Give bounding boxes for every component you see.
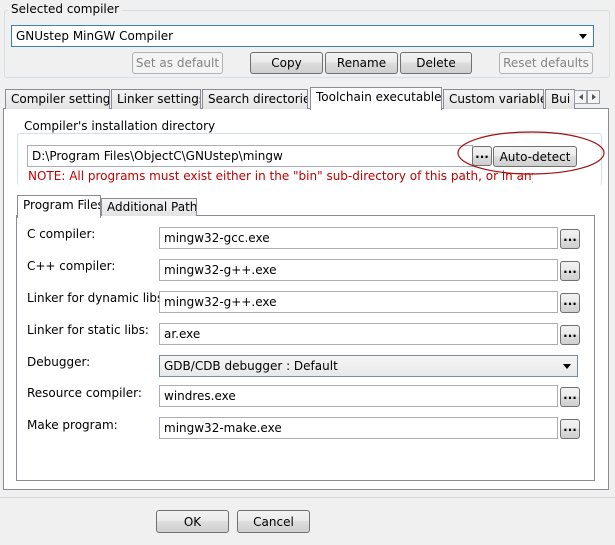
install-dir-input[interactable]: D:\Program Files\ObjectC\GNUstep\mingw bbox=[27, 145, 473, 167]
cpp-compiler-label: C++ compiler: bbox=[27, 259, 116, 273]
chevron-down-icon bbox=[557, 356, 577, 376]
debugger-select[interactable]: GDB/CDB debugger : Default bbox=[159, 355, 578, 377]
resource-compiler-label: Resource compiler: bbox=[27, 386, 142, 400]
rename-button[interactable]: Rename bbox=[325, 52, 398, 74]
linker-dynamic-label: Linker for dynamic libs: bbox=[27, 291, 168, 305]
debugger-select-value: GDB/CDB debugger : Default bbox=[164, 359, 338, 373]
linker-dynamic-browse-button[interactable]: ... bbox=[560, 293, 580, 313]
delete-button[interactable]: Delete bbox=[400, 52, 472, 74]
make-program-browse-button[interactable]: ... bbox=[560, 419, 580, 439]
debugger-label: Debugger: bbox=[27, 355, 91, 369]
c-compiler-label: C compiler: bbox=[27, 227, 96, 241]
compiler-select[interactable]: GNUstep MinGW Compiler bbox=[11, 25, 594, 47]
cpp-compiler-input[interactable]: mingw32-g++.exe bbox=[159, 259, 558, 281]
tab-compiler-settings[interactable]: Compiler settings bbox=[5, 89, 110, 109]
set-as-default-button[interactable]: Set as default bbox=[132, 52, 223, 74]
tab-search-directories[interactable]: Search directories bbox=[202, 89, 308, 109]
resource-compiler-input[interactable]: windres.exe bbox=[159, 385, 558, 407]
install-dir-legend: Compiler's installation directory bbox=[21, 119, 219, 133]
cancel-button[interactable]: Cancel bbox=[237, 510, 310, 533]
arrow-left-icon bbox=[578, 94, 583, 100]
install-dir-note: NOTE: All programs must exist either in … bbox=[28, 169, 533, 183]
tab-toolchain-executables[interactable]: Toolchain executables bbox=[310, 87, 442, 110]
subtab-program-files[interactable]: Program Files bbox=[17, 195, 101, 218]
tab-scroll-left-button[interactable] bbox=[574, 90, 587, 104]
cpp-compiler-browse-button[interactable]: ... bbox=[560, 261, 580, 281]
program-files-panel bbox=[16, 215, 595, 481]
tab-custom-variables[interactable]: Custom variables bbox=[443, 89, 544, 109]
linker-dynamic-input[interactable]: mingw32-g++.exe bbox=[159, 291, 558, 313]
reset-defaults-button[interactable]: Reset defaults bbox=[499, 52, 593, 74]
make-program-input[interactable]: mingw32-make.exe bbox=[159, 417, 558, 439]
linker-static-label: Linker for static libs: bbox=[27, 323, 149, 337]
ok-button[interactable]: OK bbox=[156, 510, 229, 533]
linker-static-input[interactable]: ar.exe bbox=[159, 323, 558, 345]
make-program-label: Make program: bbox=[27, 418, 118, 432]
tab-linker-settings[interactable]: Linker settings bbox=[111, 89, 201, 109]
copy-button[interactable]: Copy bbox=[250, 52, 323, 74]
chevron-down-icon bbox=[573, 26, 593, 46]
resource-compiler-browse-button[interactable]: ... bbox=[560, 387, 580, 407]
tab-scroll-right-button[interactable] bbox=[587, 90, 600, 104]
c-compiler-input[interactable]: mingw32-gcc.exe bbox=[159, 227, 558, 249]
selected-compiler-legend: Selected compiler bbox=[8, 2, 123, 16]
tab-build-options[interactable]: Bui bbox=[545, 89, 575, 109]
subtab-additional-paths[interactable]: Additional Paths bbox=[101, 198, 197, 216]
c-compiler-browse-button[interactable]: ... bbox=[560, 229, 580, 249]
compiler-select-value: GNUstep MinGW Compiler bbox=[16, 29, 174, 43]
dialog-footer-divider bbox=[0, 497, 615, 498]
arrow-right-icon bbox=[591, 94, 596, 100]
linker-static-browse-button[interactable]: ... bbox=[560, 325, 580, 345]
